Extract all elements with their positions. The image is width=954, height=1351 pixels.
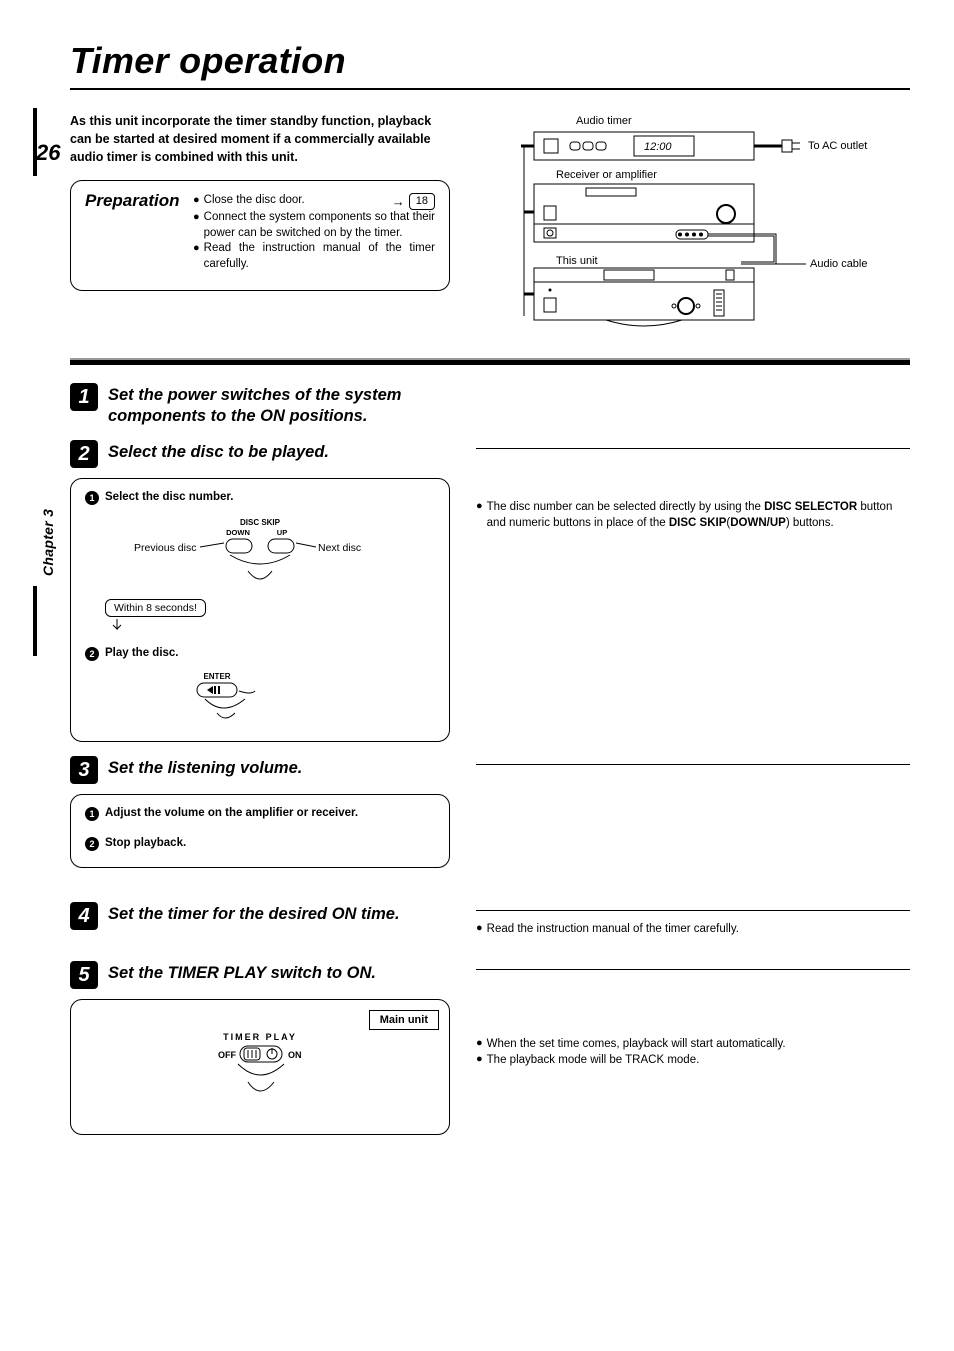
divider — [476, 969, 910, 970]
step-5-illustration: Main unit TIMER PLAY OFF ON — [70, 999, 450, 1135]
step-4-note: Read the instruction manual of the timer… — [487, 921, 910, 937]
step-3-sub1: Adjust the volume on the amplifier or re… — [105, 807, 358, 819]
bullet-icon: ● — [476, 921, 483, 936]
step-3-illustration: 1 Adjust the volume on the amplifier or r… — [70, 794, 450, 868]
substep-2-badge: 2 — [85, 837, 99, 851]
manual-page: 26 Chapter 3 Timer operation As this uni… — [0, 0, 954, 1351]
step-badge-4: 4 — [70, 902, 98, 930]
step-title-1: Set the power switches of the system com… — [108, 383, 450, 426]
bullet-icon: ● — [476, 1052, 483, 1067]
step-badge-3: 3 — [70, 756, 98, 784]
substep-1-badge: 1 — [85, 491, 99, 505]
step-badge-2: 2 — [70, 440, 98, 468]
step-5-note-a: When the set time comes, playback will s… — [487, 1036, 910, 1052]
off-label: OFF — [218, 1050, 236, 1060]
divider — [476, 448, 910, 449]
divider — [476, 910, 910, 911]
header-left-column: As this unit incorporate the timer stand… — [70, 112, 450, 336]
step-title-4: Set the timer for the desired ON time. — [108, 902, 400, 925]
on-label: ON — [288, 1050, 302, 1060]
enter-label: ENTER — [203, 672, 230, 681]
page-reference: → 18 — [392, 193, 435, 210]
bullet-icon: ● — [476, 499, 483, 514]
step-2-note-text: The disc number can be selected directly… — [487, 499, 910, 531]
step-2-notes: ● The disc number can be selected direct… — [476, 499, 910, 531]
diagram-label-audio-timer: Audio timer — [576, 115, 632, 127]
timer-play-switch: TIMER PLAY OFF ON — [160, 1028, 360, 1118]
substep-1-badge: 1 — [85, 807, 99, 821]
within-8-seconds-note: Within 8 seconds! — [105, 599, 206, 617]
bullet-icon: ● — [193, 210, 200, 225]
step-4-notes: ● Read the instruction manual of the time… — [476, 921, 910, 937]
step-2: 2 Select the disc to be played. 1 Select … — [70, 440, 910, 742]
step-5: 5 Set the TIMER PLAY switch to ON. Main … — [70, 961, 910, 1135]
page-number: 26 — [36, 140, 60, 166]
bullet-icon: ● — [193, 241, 200, 256]
step-title-5: Set the TIMER PLAY switch to ON. — [108, 961, 376, 984]
diagram-label-this-unit: This unit — [556, 255, 598, 267]
page-ref-number: 18 — [409, 193, 435, 210]
previous-disc-label: Previous disc — [134, 542, 196, 554]
preparation-item-3: Read the instruction manual of the timer… — [204, 241, 435, 272]
substep-1-label: Select the disc number. — [105, 491, 233, 503]
page-title: Timer operation — [70, 40, 910, 90]
remote-enter: ENTER — [195, 669, 355, 725]
divider — [476, 764, 910, 765]
preparation-list: ● Close the disc door. → 18 ● Connect th… — [193, 193, 435, 272]
step-1: 1 Set the power switches of the system c… — [70, 383, 910, 426]
arrow-down-icon — [111, 617, 131, 637]
step-3-sub2: Stop playback. — [105, 837, 186, 849]
remote-disc-skip: DISC SKIP DOWN UP Previous disc Next dis… — [130, 513, 390, 593]
next-disc-label: Next disc — [318, 542, 361, 554]
bullet-icon: ● — [193, 193, 200, 208]
step-2-illustration: 1 Select the disc number. DISC SKIP DOWN … — [70, 478, 450, 742]
step-5-note-b: The playback mode will be TRACK mode. — [487, 1052, 910, 1068]
bullet-icon: ● — [476, 1036, 483, 1051]
step-title-2: Select the disc to be played. — [108, 440, 329, 463]
preparation-box: Preparation ● Close the disc door. → 18 … — [70, 180, 450, 291]
preparation-item-2: Connect the system components so that th… — [204, 210, 435, 241]
step-3: 3 Set the listening volume. 1 Adjust the … — [70, 756, 910, 868]
chapter-marker — [33, 586, 37, 656]
step-title-3: Set the listening volume. — [108, 756, 302, 779]
diagram-label-ac-outlet: To AC outlet — [808, 140, 867, 152]
preparation-item-1: Close the disc door. — [204, 193, 392, 209]
step-badge-1: 1 — [70, 383, 98, 411]
diagram-timer-display: 12:00 — [644, 141, 672, 153]
disc-skip-label: DISC SKIP — [240, 518, 281, 527]
header-two-column: As this unit incorporate the timer stand… — [70, 112, 910, 336]
up-label: UP — [277, 528, 287, 537]
chapter-label: Chapter 3 — [40, 509, 56, 576]
timer-play-label: TIMER PLAY — [223, 1032, 297, 1042]
diagram-label-receiver: Receiver or amplifier — [556, 169, 657, 181]
substep-2-label: Play the disc. — [105, 647, 179, 659]
main-unit-badge: Main unit — [369, 1010, 439, 1030]
diagram-label-audio-cable: Audio cable — [810, 258, 868, 270]
connection-diagram: Audio timer 12:00 To AC outlet R — [476, 106, 910, 336]
step-4: 4 Set the timer for the desired ON time.… — [70, 902, 910, 937]
down-label: DOWN — [226, 528, 250, 537]
section-divider — [70, 360, 910, 365]
diagram-svg: Audio timer 12:00 To AC outlet R — [476, 106, 896, 336]
substep-2-badge: 2 — [85, 647, 99, 661]
step-badge-5: 5 — [70, 961, 98, 989]
step-5-notes: ● When the set time comes, playback will … — [476, 1036, 910, 1068]
arrow-icon: → — [392, 194, 405, 209]
intro-text: As this unit incorporate the timer stand… — [70, 112, 450, 166]
